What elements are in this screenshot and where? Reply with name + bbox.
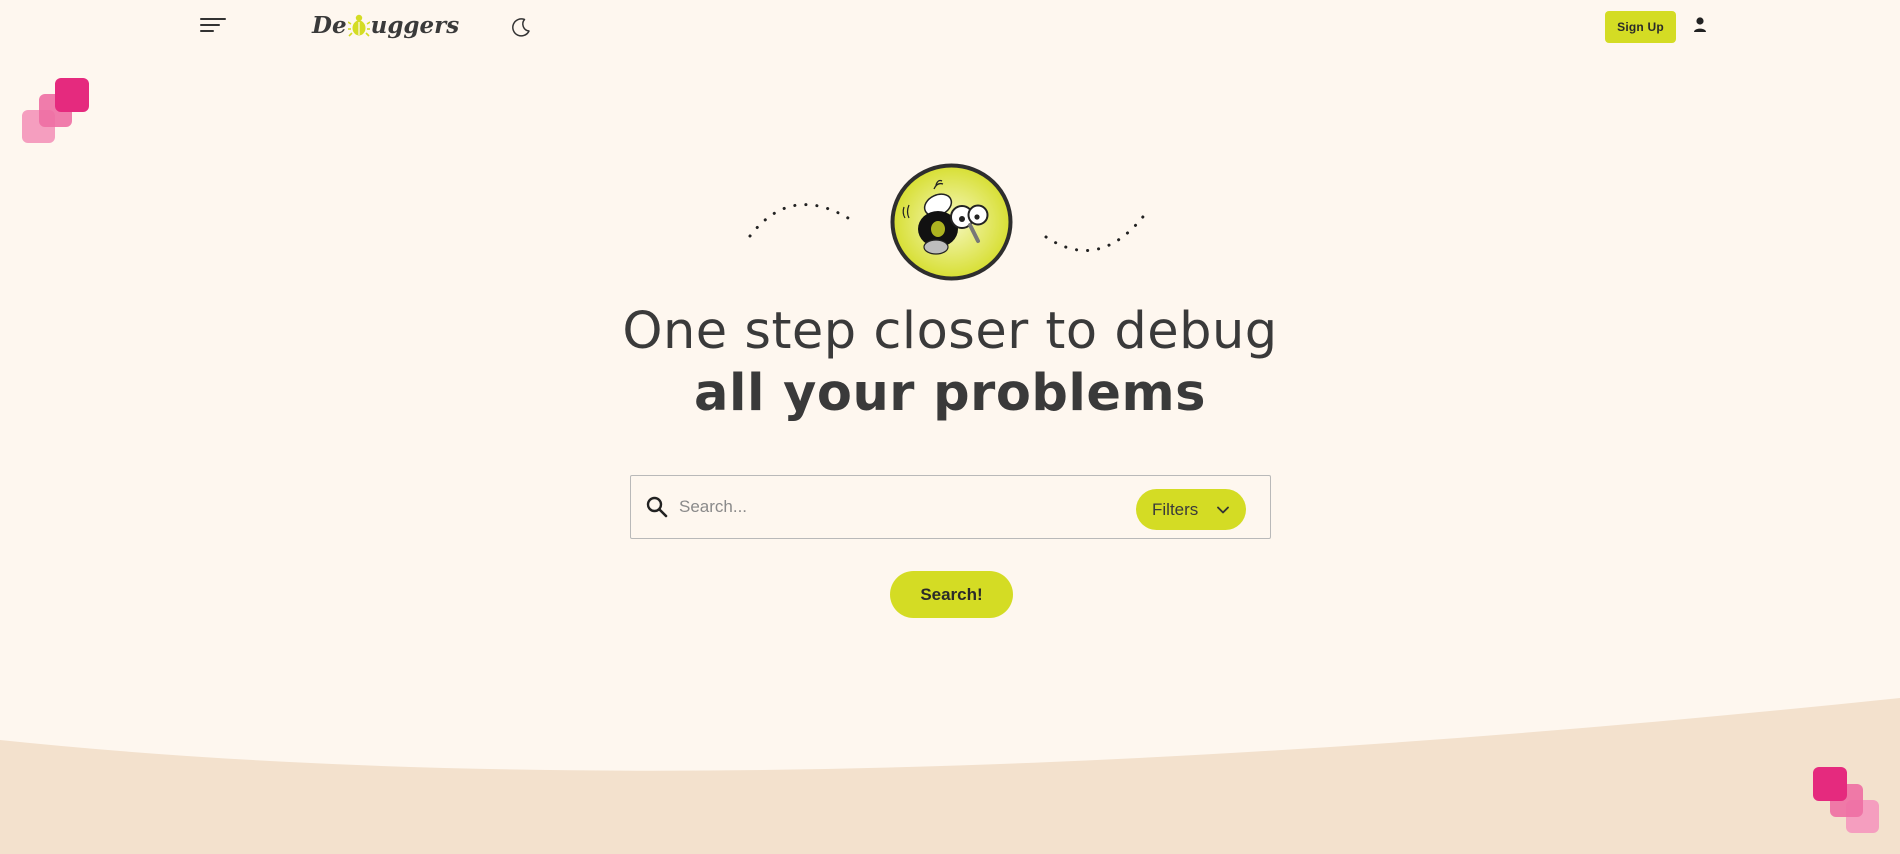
decor-square-bottom-dark <box>1813 767 1847 801</box>
search-input[interactable] <box>679 488 1119 526</box>
filters-dropdown-button[interactable]: Filters <box>1136 489 1246 530</box>
search-icon <box>646 496 668 518</box>
dotted-arc-right <box>1044 211 1148 252</box>
menu-icon[interactable] <box>200 18 228 36</box>
dotted-arc-left <box>748 203 850 238</box>
headline-line-1: One step closer to debug <box>622 302 1278 361</box>
bug-icon <box>347 14 370 37</box>
user-icon[interactable] <box>1691 15 1709 35</box>
headline-line-2: all your problems <box>694 364 1206 423</box>
search-submit-button[interactable]: Search! <box>890 571 1013 618</box>
landing-page: De uggers Sign Up One step closer to deb… <box>0 0 1900 854</box>
decor-square-top-dark <box>55 78 89 112</box>
sign-up-button[interactable]: Sign Up <box>1605 11 1676 43</box>
hero-headline: One step closer to debug all your proble… <box>0 300 1900 424</box>
filters-label: Filters <box>1152 499 1199 519</box>
logo-suffix: uggers <box>370 11 460 39</box>
site-logo[interactable]: De uggers <box>312 10 459 40</box>
chevron-down-icon <box>1217 506 1229 514</box>
logo-prefix: De <box>312 11 347 39</box>
bug-mascot-icon <box>890 163 1013 281</box>
search-bar: Filters <box>630 475 1271 539</box>
footer-wave <box>0 698 1900 854</box>
moon-icon[interactable] <box>510 16 532 38</box>
